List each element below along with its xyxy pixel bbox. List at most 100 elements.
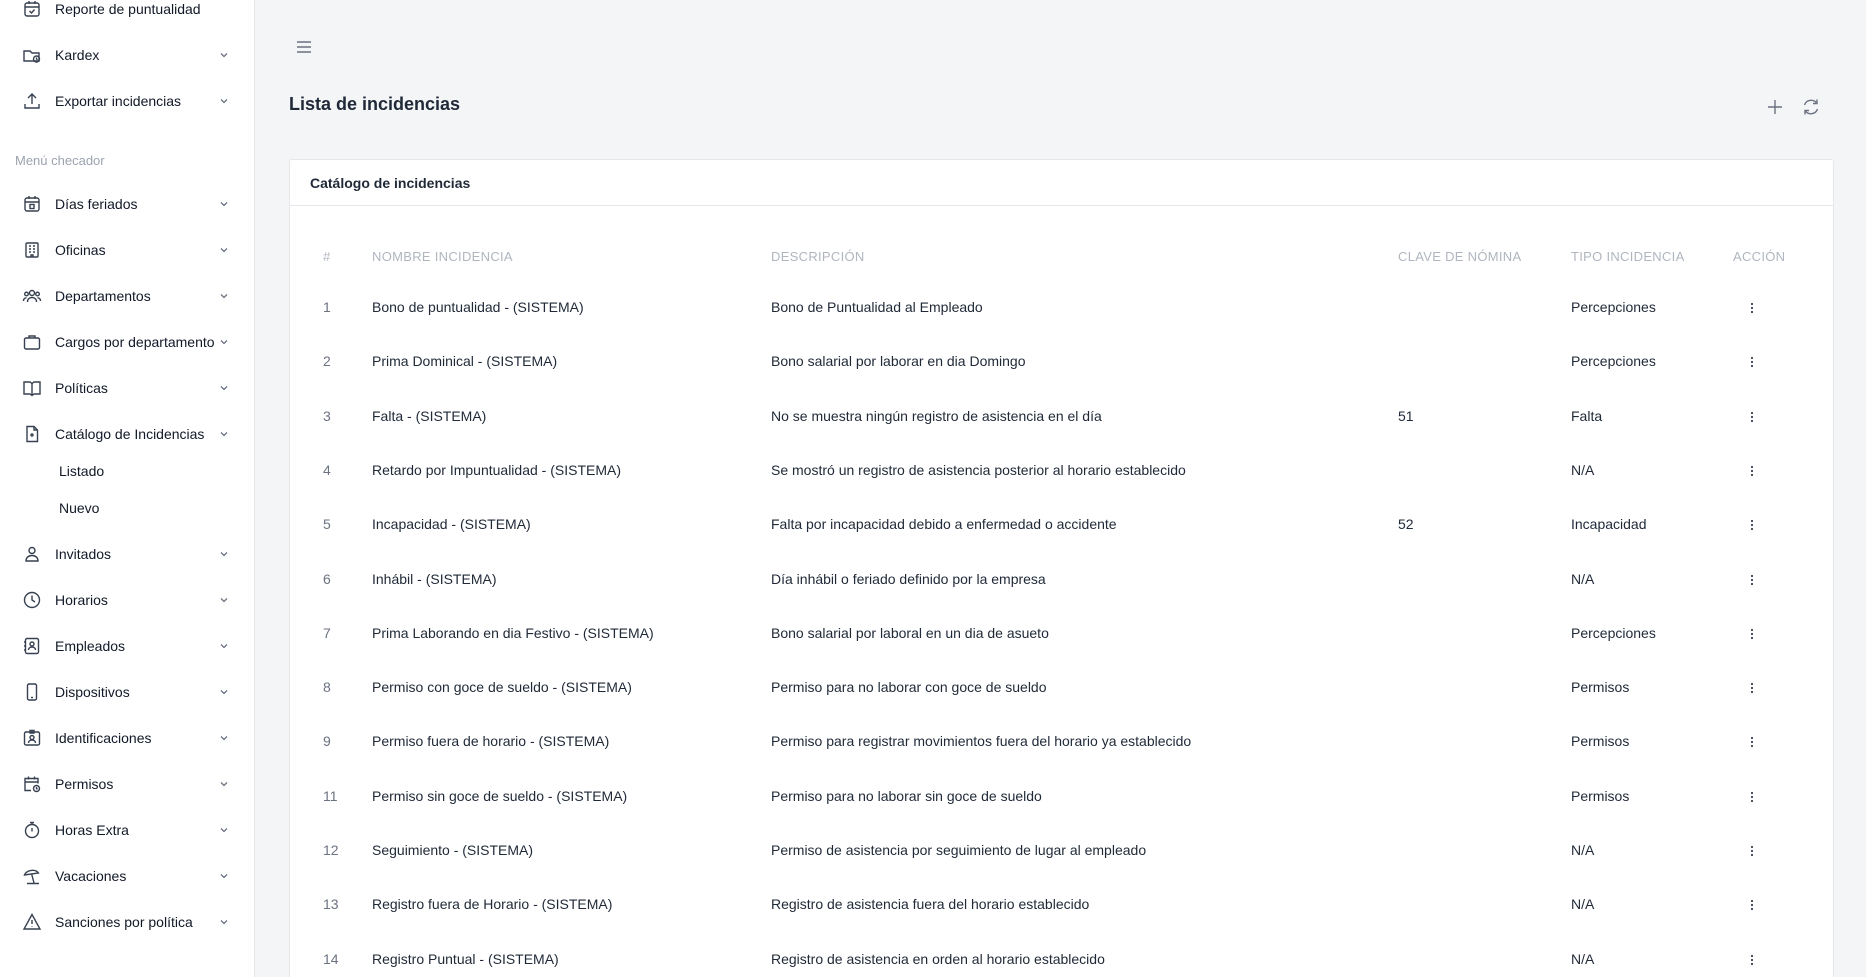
cell-tipo: N/A — [1571, 462, 1595, 478]
more-actions-icon[interactable] — [1745, 627, 1759, 641]
cell-nombre: Falta - (SISTEMA) — [372, 408, 487, 424]
sidebar-section-title: Menú checador — [15, 153, 105, 168]
sidebar-item-label: Cargos por departamento — [55, 334, 215, 350]
building-icon — [22, 240, 42, 260]
cell-tipo: N/A — [1571, 951, 1595, 967]
chevron-down-icon — [218, 778, 230, 790]
sidebar-item-departamentos[interactable]: Departamentos — [0, 276, 254, 316]
cell-descripcion: Permiso para no laborar con goce de suel… — [771, 679, 1047, 695]
column-header-number: # — [323, 249, 331, 264]
cell-descripcion: Bono de Puntualidad al Empleado — [771, 299, 983, 315]
more-actions-icon[interactable] — [1745, 681, 1759, 695]
sidebar-item-catalogo-incidencias[interactable]: Catálogo de Incidencias — [0, 414, 254, 454]
chevron-down-icon — [218, 686, 230, 698]
chevron-down-icon — [218, 244, 230, 256]
document-icon — [22, 424, 42, 444]
chevron-down-icon — [218, 49, 230, 61]
cell-descripcion: Falta por incapacidad debido a enfermeda… — [771, 516, 1117, 532]
more-actions-icon[interactable] — [1745, 790, 1759, 804]
sidebar-item-horarios[interactable]: Horarios — [0, 580, 254, 620]
refresh-icon[interactable] — [1800, 96, 1822, 118]
sidebar-item-horas-extra[interactable]: Horas Extra — [0, 810, 254, 850]
menu-toggle-icon[interactable] — [295, 38, 313, 56]
more-actions-icon[interactable] — [1745, 301, 1759, 315]
chevron-down-icon — [218, 95, 230, 107]
contact-card-icon — [22, 636, 42, 656]
cell-tipo: Incapacidad — [1571, 516, 1647, 532]
sidebar-item-permisos[interactable]: Permisos — [0, 764, 254, 804]
cell-nombre: Prima Laborando en dia Festivo - (SISTEM… — [372, 625, 654, 641]
chevron-down-icon — [218, 382, 230, 394]
warning-icon — [22, 912, 42, 932]
cell-tipo: Permisos — [1571, 788, 1630, 804]
sidebar-item-label: Sanciones por política — [55, 914, 193, 930]
id-badge-icon — [22, 728, 42, 748]
more-actions-icon[interactable] — [1745, 355, 1759, 369]
chevron-down-icon — [218, 640, 230, 652]
sidebar-item-label: Dispositivos — [55, 684, 130, 700]
more-actions-icon[interactable] — [1745, 464, 1759, 478]
cell-descripcion: No se muestra ningún registro de asisten… — [771, 408, 1102, 424]
more-actions-icon[interactable] — [1745, 735, 1759, 749]
guest-user-icon — [22, 544, 42, 564]
cell-number: 7 — [323, 625, 331, 641]
sidebar-item-oficinas[interactable]: Oficinas — [0, 230, 254, 270]
cell-nombre: Inhábil - (SISTEMA) — [372, 571, 497, 587]
main-content: Lista de incidencias Catálogo de inciden… — [256, 0, 1866, 977]
sidebar-subitem-nuevo[interactable]: Nuevo — [59, 500, 99, 516]
more-actions-icon[interactable] — [1745, 573, 1759, 587]
cell-tipo: Falta — [1571, 408, 1603, 424]
more-actions-icon[interactable] — [1745, 410, 1759, 424]
clock-icon — [22, 590, 42, 610]
sidebar-item-label: Departamentos — [55, 288, 151, 304]
stopwatch-icon — [22, 820, 42, 840]
sidebar-item-invitados[interactable]: Invitados — [0, 534, 254, 574]
cell-tipo: N/A — [1571, 896, 1595, 912]
calendar-check-icon — [22, 0, 42, 19]
column-header-nombre: NOMBRE INCIDENCIA — [372, 249, 513, 264]
cell-number: 8 — [323, 679, 331, 695]
sidebar-item-sanciones-por-politica[interactable]: Sanciones por política — [0, 902, 254, 942]
cell-number: 13 — [323, 896, 339, 912]
cell-tipo: N/A — [1571, 571, 1595, 587]
cell-number: 12 — [323, 842, 339, 858]
cell-nombre: Prima Dominical - (SISTEMA) — [372, 353, 558, 369]
sidebar-item-empleados[interactable]: Empleados — [0, 626, 254, 666]
cell-descripcion: Registro de asistencia fuera del horario… — [771, 896, 1090, 912]
sidebar-item-kardex[interactable]: Kardex — [0, 35, 254, 75]
add-icon[interactable] — [1764, 96, 1786, 118]
sidebar-item-exportar-incidencias[interactable]: Exportar incidencias — [0, 81, 254, 121]
sidebar-item-dias-feriados[interactable]: Días feriados — [0, 184, 254, 224]
more-actions-icon[interactable] — [1745, 953, 1759, 967]
sidebar-item-label: Empleados — [55, 638, 126, 654]
sidebar-item-label: Permisos — [55, 776, 114, 792]
cell-nombre: Permiso sin goce de sueldo - (SISTEMA) — [372, 788, 628, 804]
sidebar-item-label: Horas Extra — [55, 822, 129, 838]
cell-tipo: Percepciones — [1571, 353, 1656, 369]
more-actions-icon[interactable] — [1745, 898, 1759, 912]
cell-descripcion: Día inhábil o feriado definido por la em… — [771, 571, 1046, 587]
sidebar-item-label: Catálogo de Incidencias — [55, 426, 205, 442]
sidebar: Reporte de puntualidad Kardex Exportar i… — [0, 0, 255, 977]
chevron-down-icon — [218, 428, 230, 440]
sidebar-item-reporte-puntualidad[interactable]: Reporte de puntualidad — [0, 0, 254, 29]
column-header-descripcion: DESCRIPCIÓN — [771, 249, 865, 264]
more-actions-icon[interactable] — [1745, 518, 1759, 532]
cell-number: 2 — [323, 353, 331, 369]
briefcase-icon — [22, 332, 42, 352]
sidebar-item-label: Horarios — [55, 592, 108, 608]
cell-descripcion: Bono salarial por laboral en un dia de a… — [771, 625, 1049, 641]
sidebar-item-dispositivos[interactable]: Dispositivos — [0, 672, 254, 712]
cell-number: 6 — [323, 571, 331, 587]
card-title: Catálogo de incidencias — [290, 160, 1833, 206]
sidebar-subitem-listado[interactable]: Listado — [59, 463, 104, 479]
sidebar-item-cargos-por-departamento[interactable]: Cargos por departamento — [0, 322, 254, 362]
book-open-icon — [22, 378, 42, 398]
sidebar-item-vacaciones[interactable]: Vacaciones — [0, 856, 254, 896]
chevron-down-icon — [218, 548, 230, 560]
sidebar-item-identificaciones[interactable]: Identificaciones — [0, 718, 254, 758]
chevron-down-icon — [218, 916, 230, 928]
sidebar-item-politicas[interactable]: Políticas — [0, 368, 254, 408]
chevron-down-icon — [218, 824, 230, 836]
more-actions-icon[interactable] — [1745, 844, 1759, 858]
